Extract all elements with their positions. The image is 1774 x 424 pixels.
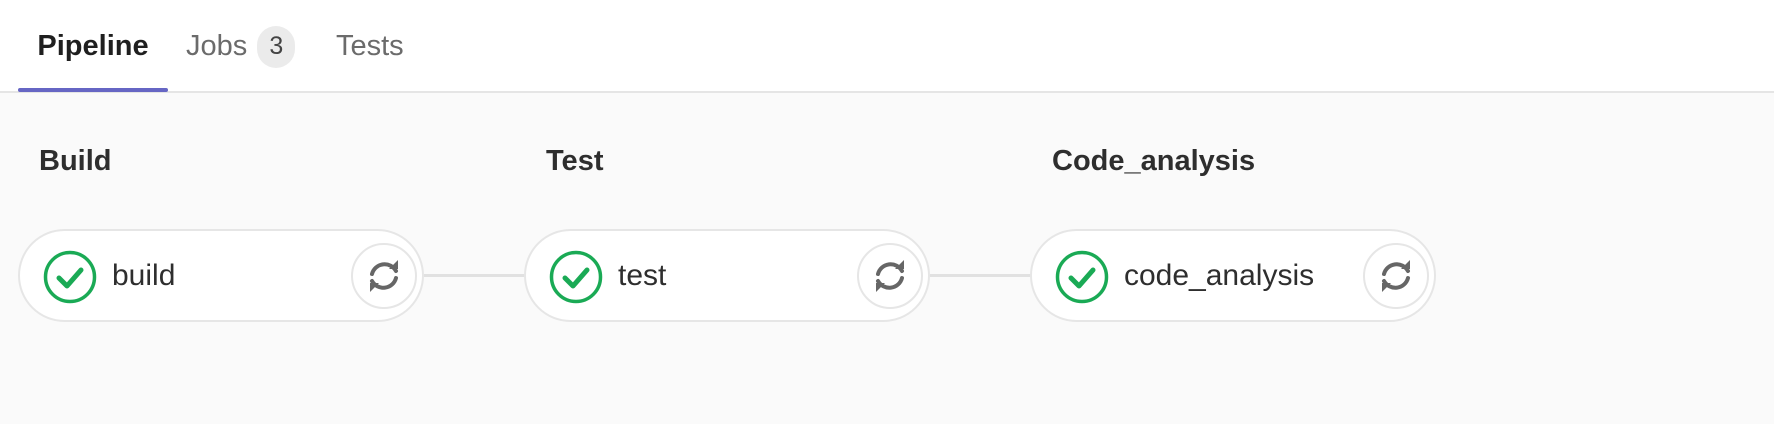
tab-jobs[interactable]: Jobs 3 (186, 0, 296, 93)
active-tab-indicator (18, 88, 168, 92)
job-name: code_analysis (1124, 258, 1315, 292)
stage-connector (930, 274, 1032, 277)
job-name: build (112, 258, 176, 292)
job-test[interactable]: test (524, 229, 930, 322)
retry-icon (370, 260, 398, 292)
job-build[interactable]: build (18, 229, 424, 322)
tab-tests[interactable]: Tests (336, 0, 404, 93)
job-code-analysis[interactable]: code_analysis (1030, 229, 1436, 322)
retry-button[interactable] (351, 243, 417, 309)
stage-title-test: Test (546, 145, 604, 177)
tab-pipeline[interactable]: Pipeline (18, 0, 168, 93)
check-circle-icon (43, 250, 97, 304)
check-circle-icon (1055, 250, 1109, 304)
retry-button[interactable] (1363, 243, 1429, 309)
jobs-count-badge: 3 (257, 25, 296, 68)
stage-title-build: Build (39, 145, 112, 177)
stage-connector (424, 274, 526, 277)
retry-button[interactable] (857, 243, 923, 309)
tab-tests-label: Tests (336, 30, 404, 62)
retry-icon (876, 260, 904, 292)
tab-pipeline-label: Pipeline (37, 30, 149, 62)
tab-jobs-label: Jobs (186, 30, 248, 62)
job-name: test (618, 258, 667, 292)
retry-icon (1382, 260, 1410, 292)
stage-title-code-analysis: Code_analysis (1052, 145, 1256, 177)
pipeline-tabs: Pipeline Jobs 3 Tests (0, 0, 1774, 93)
check-circle-icon (549, 250, 603, 304)
